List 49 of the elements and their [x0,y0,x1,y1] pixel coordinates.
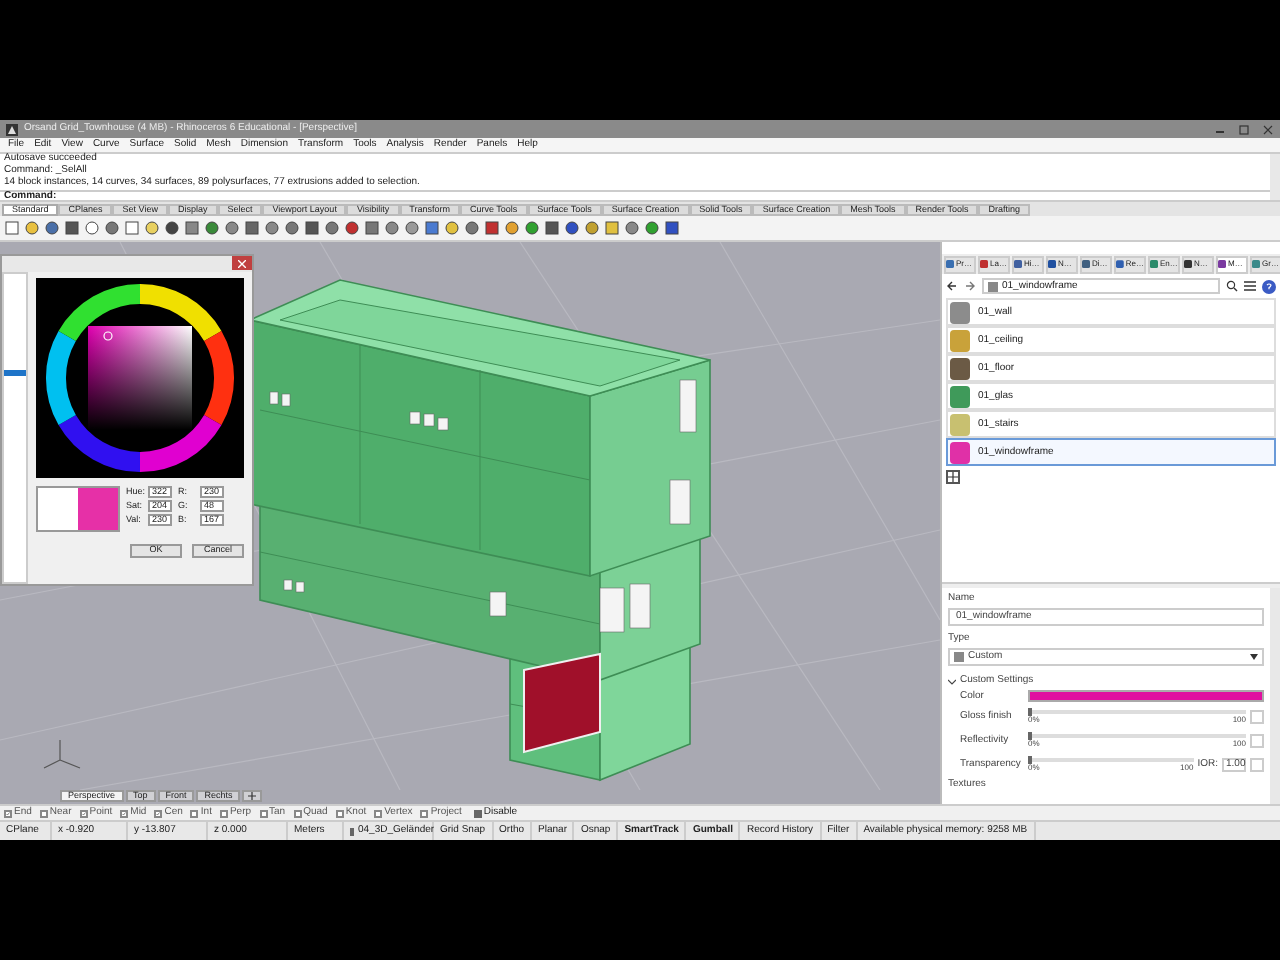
checkbox[interactable] [420,809,429,817]
plus-icon [248,792,257,800]
panel-icon [1252,260,1260,268]
dropdown-caret-icon [1250,654,1258,660]
close-button[interactable] [232,256,252,270]
back-icon[interactable] [946,280,958,292]
material-icon [988,281,998,291]
panel-icon [1150,260,1158,268]
checkbox[interactable] [79,809,88,817]
color-swatch[interactable] [1028,690,1264,702]
color-wheel[interactable] [36,278,244,478]
scrollbar[interactable] [1270,154,1280,200]
close-icon[interactable] [1262,123,1274,135]
panel-icon [1116,260,1124,268]
menu-icon[interactable] [1244,280,1256,292]
checkbox[interactable] [4,809,12,817]
add-button[interactable] [946,470,960,484]
checkbox[interactable] [374,809,383,817]
checkbox[interactable] [259,809,268,817]
panel-icon [1048,260,1056,268]
color-list[interactable] [2,272,28,584]
scrollbar[interactable] [1270,588,1280,804]
maximize-icon[interactable] [1238,123,1250,135]
chevron-icon [948,677,956,685]
panel-icon [1218,260,1226,268]
checkbox[interactable] [120,809,129,817]
panel-icon [1184,260,1192,268]
checkbox[interactable] [154,809,163,817]
checkbox[interactable] [335,809,344,817]
checkbox[interactable] [219,809,228,817]
axis-icon [43,739,81,769]
checkbox[interactable] [473,809,482,817]
material-icon [954,652,964,662]
panel-icon [946,260,954,268]
panel-icon [980,260,988,268]
old-color-swatch [38,488,78,530]
help-icon[interactable] [1262,279,1276,293]
panel-icon [1082,260,1090,268]
panel-icon [1014,260,1022,268]
checkbox[interactable] [293,809,302,817]
checkbox[interactable] [39,809,48,817]
add-viewport-button[interactable] [242,790,263,802]
plus-icon [948,472,958,482]
close-icon [238,259,246,267]
forward-icon[interactable] [964,280,976,292]
new-color-swatch [78,488,118,530]
search-icon[interactable] [1226,280,1238,292]
checkbox[interactable] [190,809,199,817]
app-logo-icon [6,123,18,135]
